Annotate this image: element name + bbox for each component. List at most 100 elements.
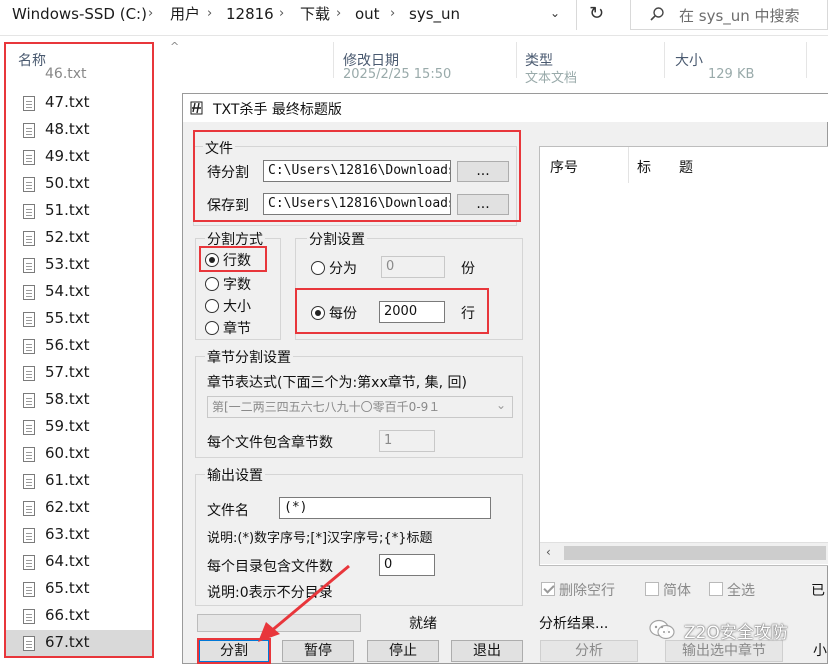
breadcrumb-user[interactable]: 12816 — [226, 4, 274, 24]
watermark: Z2O安全攻防 — [640, 608, 828, 652]
pause-button[interactable]: 暂停 — [282, 640, 354, 662]
file-row[interactable]: 58.txt — [6, 387, 152, 414]
column-header-size[interactable]: 大小 — [675, 50, 703, 70]
scroll-thumb[interactable] — [564, 546, 826, 560]
radio-chars[interactable] — [205, 277, 219, 291]
radio-size-label[interactable]: 大小 — [223, 296, 251, 316]
chapter-group-title: 章节分割设置 — [205, 347, 293, 367]
breadcrumb-downloads[interactable]: 下载 — [300, 4, 330, 24]
exit-button[interactable]: 退出 — [451, 640, 523, 662]
remove-blank-label[interactable]: 删除空行 — [559, 580, 615, 600]
breadcrumb-out[interactable]: out — [355, 4, 380, 24]
breadcrumb-users[interactable]: 用户 — [170, 4, 200, 24]
file-row[interactable]: 65.txt — [6, 576, 152, 603]
text-file-icon — [23, 123, 35, 138]
horizontal-scrollbar[interactable]: ‹ — [540, 542, 828, 564]
file-row[interactable]: 48.txt — [6, 117, 152, 144]
file-name: 65.txt — [45, 579, 90, 597]
file-row[interactable]: 57.txt — [6, 360, 152, 387]
list-header-index[interactable]: 序号 — [550, 157, 578, 177]
file-name: 53.txt — [45, 255, 90, 273]
text-file-icon — [23, 636, 35, 651]
file-row[interactable]: 64.txt — [6, 549, 152, 576]
file-row[interactable]: 67.txt — [6, 630, 152, 656]
chapters-per-file-input[interactable]: 1 — [379, 430, 435, 452]
files-per-dir-input[interactable]: 0 — [379, 554, 435, 576]
text-file-icon — [23, 393, 35, 408]
simplified-label[interactable]: 简体 — [663, 580, 691, 600]
radio-chars-label[interactable]: 字数 — [223, 274, 251, 294]
filename-input[interactable]: (*) — [279, 497, 491, 519]
file-row[interactable]: 54.txt — [6, 279, 152, 306]
file-row[interactable]: 59.txt — [6, 414, 152, 441]
file-row[interactable]: 66.txt — [6, 603, 152, 630]
chevron-down-icon[interactable]: ⌄ — [496, 398, 506, 412]
select-all-checkbox[interactable] — [709, 582, 723, 596]
chapter-expr-select[interactable]: 第[一二两三四五六七八九十〇零百千0-9１ — [207, 396, 513, 418]
text-file-icon — [23, 501, 35, 516]
highlight-box — [193, 130, 521, 222]
file-row[interactable]: 63.txt — [6, 522, 152, 549]
radio-chapter[interactable] — [205, 321, 219, 335]
watermark-text: Z2O安全攻防 — [684, 623, 788, 643]
breadcrumb-current[interactable]: sys_un — [409, 4, 460, 24]
output-group-title: 输出设置 — [205, 465, 265, 485]
chevron-right-icon[interactable]: › — [207, 4, 212, 24]
file-row[interactable]: 49.txt — [6, 144, 152, 171]
text-file-icon — [23, 609, 35, 624]
ghost-row-date: 2025/2/25 15:50 — [343, 67, 452, 82]
file-row[interactable]: 62.txt — [6, 495, 152, 522]
chevron-right-icon[interactable]: › — [148, 4, 153, 24]
file-row[interactable]: 47.txt — [6, 90, 152, 117]
sort-up-icon: ^ — [170, 40, 180, 53]
parts-count-input[interactable]: 0 — [381, 256, 445, 278]
ghost-row-name: 46.txt — [45, 66, 87, 82]
text-file-icon — [23, 366, 35, 381]
radio-size[interactable] — [205, 299, 219, 313]
file-row[interactable]: 56.txt — [6, 333, 152, 360]
analyze-button[interactable]: 分析 — [540, 640, 638, 662]
chapter-expr-label: 章节表达式(下面三个为:第xx章节, 集, 回) — [207, 375, 468, 391]
address-bar[interactable]: Windows-SSD (C:) › 用户 › 12816 › 下载 › out… — [0, 0, 828, 36]
file-row[interactable]: 61.txt — [6, 468, 152, 495]
remove-blank-checkbox[interactable] — [541, 582, 555, 596]
stop-button[interactable]: 停止 — [367, 640, 439, 662]
column-divider — [333, 42, 334, 78]
file-list[interactable]: 名称 46.txt 47.txt 48.txt 49.txt 50.txt 51.txt… — [4, 42, 154, 658]
simplified-checkbox[interactable] — [645, 582, 659, 596]
column-header-name[interactable]: 名称 — [18, 50, 46, 70]
file-row[interactable]: 50.txt — [6, 171, 152, 198]
chevron-right-icon[interactable]: › — [279, 4, 284, 24]
file-name: 48.txt — [45, 120, 90, 138]
chevron-right-icon[interactable]: › — [390, 4, 395, 24]
chevron-right-icon[interactable]: › — [336, 4, 341, 24]
radio-chapter-label[interactable]: 章节 — [223, 318, 251, 338]
radio-parts[interactable] — [311, 261, 325, 275]
breadcrumb-drive[interactable]: Windows-SSD (C:) — [12, 4, 147, 24]
title-bar[interactable]: TXT杀手 最终标题版 — [183, 94, 828, 122]
refresh-icon[interactable]: ↻ — [589, 3, 604, 24]
file-name: 59.txt — [45, 417, 90, 435]
list-header-title[interactable]: 标 题 — [637, 157, 693, 177]
chevron-left-icon[interactable]: ‹ — [546, 545, 551, 559]
text-file-icon — [23, 528, 35, 543]
file-row[interactable]: 51.txt — [6, 198, 152, 225]
file-row[interactable]: 53.txt — [6, 252, 152, 279]
text-file-icon — [23, 150, 35, 165]
filename-label: 文件名 — [207, 503, 249, 519]
search-input[interactable]: 在 sys_un 中搜索 — [630, 0, 828, 30]
parts-unit: 份 — [461, 261, 475, 277]
chapter-list[interactable]: 序号 标 题 — [539, 146, 828, 566]
file-name: 60.txt — [45, 444, 90, 462]
text-file-icon — [23, 231, 35, 246]
file-name: 66.txt — [45, 606, 90, 624]
radio-parts-label[interactable]: 分为 — [329, 258, 357, 278]
text-file-icon — [23, 555, 35, 570]
file-row[interactable]: 60.txt — [6, 441, 152, 468]
file-row[interactable]: 55.txt — [6, 306, 152, 333]
chevron-down-icon[interactable]: ⌄ — [550, 6, 560, 20]
analysis-result-label: 分析结果... — [539, 616, 609, 632]
file-row[interactable]: 52.txt — [6, 225, 152, 252]
file-name: 54.txt — [45, 282, 90, 300]
select-all-label[interactable]: 全选 — [727, 580, 755, 600]
